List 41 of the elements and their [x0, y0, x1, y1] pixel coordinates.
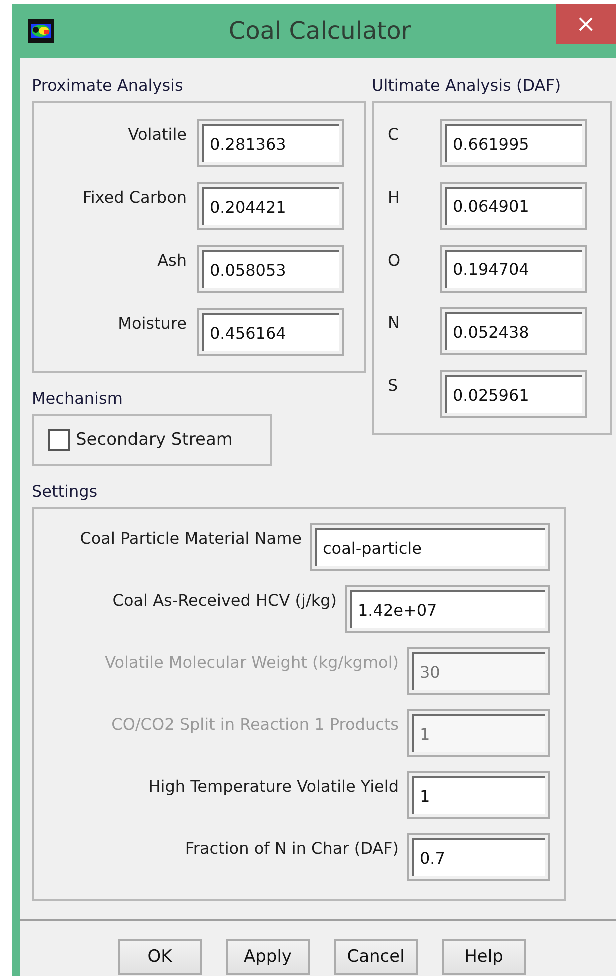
field-label: Ash [158, 250, 187, 270]
input-field[interactable]: 0.194704 [440, 244, 587, 293]
dialog-button[interactable]: OK [118, 939, 202, 975]
input-field[interactable]: 0.058053 [197, 245, 344, 293]
input-field[interactable]: 0.204421 [197, 182, 344, 230]
field-label: Coal As-Received HCV (j/kg) [112, 590, 337, 610]
field-label: High Temperature Volatile Yield [148, 776, 399, 796]
window-title: Coal Calculator [228, 17, 412, 45]
group-title: Proximate Analysis [32, 76, 184, 95]
close-button[interactable]: × [556, 4, 616, 44]
input-field[interactable]: 0.281363 [197, 119, 344, 167]
dialog-button[interactable]: Apply [226, 939, 310, 975]
field-label: Volatile Molecular Weight (kg/kgmol) [105, 652, 399, 672]
field-label: Volatile [128, 124, 187, 144]
input-field[interactable]: 1 [407, 771, 550, 819]
field-label: Fraction of N in Char (DAF) [185, 838, 399, 858]
field-label: S [388, 375, 400, 396]
field-label: CO/CO2 Split in Reaction 1 Products [112, 714, 399, 734]
input-field[interactable]: 0.456164 [197, 308, 344, 356]
dialog-button[interactable]: Help [442, 939, 526, 975]
input-field[interactable]: 1.42e+07 [345, 585, 550, 633]
input-field[interactable]: 0.025961 [440, 370, 587, 418]
input-field[interactable]: 0.052438 [440, 307, 587, 356]
field-label: O [388, 250, 400, 270]
field-label: Fixed Carbon [82, 187, 187, 207]
group-title: Ultimate Analysis (DAF) [372, 76, 562, 95]
checkbox-label[interactable]: Secondary Stream [76, 430, 233, 450]
input-field[interactable]: 0.7 [407, 833, 550, 881]
group-title: Mechanism [32, 389, 124, 408]
field-label: Moisture [118, 313, 187, 333]
input-field[interactable]: coal-particle [310, 523, 550, 571]
dialog-button[interactable]: Cancel [334, 939, 418, 975]
field-label: H [388, 186, 400, 207]
group-title: Settings [32, 482, 99, 501]
field-label: Coal Particle Material Name [80, 528, 302, 548]
app-logo-icon [28, 19, 54, 43]
input-field[interactable]: 0.064901 [440, 182, 587, 230]
checkbox[interactable] [48, 429, 70, 451]
field-label: C [388, 124, 400, 144]
input-field[interactable]: 0.661995 [440, 119, 587, 167]
field-label: N [388, 312, 400, 332]
